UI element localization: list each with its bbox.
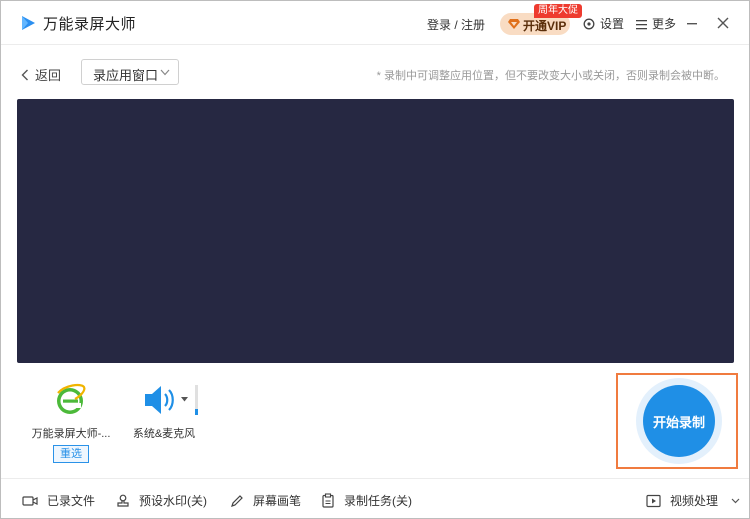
gear-icon: [583, 18, 595, 30]
record-tasks-button[interactable]: 录制任务(关): [321, 492, 412, 509]
pen-icon: [231, 495, 243, 507]
volume-meter: [195, 385, 198, 415]
video-camera-icon: [22, 496, 38, 506]
record-tasks-label: 录制任务(关): [344, 494, 412, 508]
chevron-down-icon: [731, 498, 740, 504]
diamond-icon: [508, 19, 520, 29]
title-bar: 万能录屏大师 登录 / 注册 开通VIP 周年大促 设置 更多: [1, 1, 749, 45]
recording-hint: * 录制中可调整应用位置，但不要改变大小或关闭，否则录制会被中断。: [376, 70, 725, 82]
back-label: 返回: [35, 68, 62, 83]
promo-badge: 周年大促: [534, 4, 582, 18]
stamp-icon: [117, 494, 129, 507]
app-logo-icon: [22, 16, 35, 30]
video-processing-label: 视频处理: [670, 494, 719, 508]
back-button[interactable]: 返回: [21, 65, 61, 84]
record-button-highlight: 开始录制: [616, 373, 738, 469]
watermark-button[interactable]: 预设水印(关): [116, 492, 207, 509]
play-box-icon: [646, 494, 661, 508]
recorded-files-button[interactable]: 已录文件: [22, 492, 95, 509]
speaker-icon[interactable]: [143, 383, 175, 417]
caret-down-icon[interactable]: [181, 397, 188, 402]
start-record-button[interactable]: 开始录制: [643, 385, 715, 457]
more-label: 更多: [652, 17, 677, 31]
app-title: 万能录屏大师: [43, 16, 137, 33]
settings-label: 设置: [600, 17, 625, 31]
screen-pen-label: 屏幕画笔: [253, 494, 302, 508]
close-icon[interactable]: [713, 13, 733, 33]
internet-explorer-icon: [57, 383, 86, 414]
bottom-toolbar: 已录文件 预设水印(关) 屏幕画笔 录制任务(关) 视频处理: [1, 478, 749, 518]
watermark-label: 预设水印(关): [139, 494, 207, 508]
reselect-button[interactable]: 重选: [53, 445, 89, 463]
screen-pen-button[interactable]: 屏幕画笔: [230, 492, 301, 509]
record-mode-value: 录应用窗口: [93, 68, 159, 83]
audio-source-label: 系统&麦克风: [132, 428, 196, 440]
clipboard-icon: [322, 493, 334, 508]
minimize-icon[interactable]: [682, 13, 702, 33]
chevron-left-icon: [21, 69, 28, 81]
recording-preview-area: [17, 99, 734, 363]
record-mode-dropdown[interactable]: 录应用窗口: [81, 59, 179, 85]
app-source-name: 万能录屏大师-...: [31, 428, 111, 440]
menu-icon: [636, 20, 647, 30]
app-window: 万能录屏大师 登录 / 注册 开通VIP 周年大促 设置 更多 返回 录应用窗口…: [0, 0, 750, 519]
chevron-down-icon: [160, 69, 170, 76]
video-processing-button[interactable]: 视频处理: [646, 492, 740, 509]
vip-label: 开通VIP: [523, 19, 567, 33]
more-menu[interactable]: 更多: [636, 15, 676, 32]
login-register-link[interactable]: 登录 / 注册: [427, 16, 485, 33]
recorded-files-label: 已录文件: [47, 494, 96, 508]
settings-menu[interactable]: 设置: [583, 15, 624, 32]
